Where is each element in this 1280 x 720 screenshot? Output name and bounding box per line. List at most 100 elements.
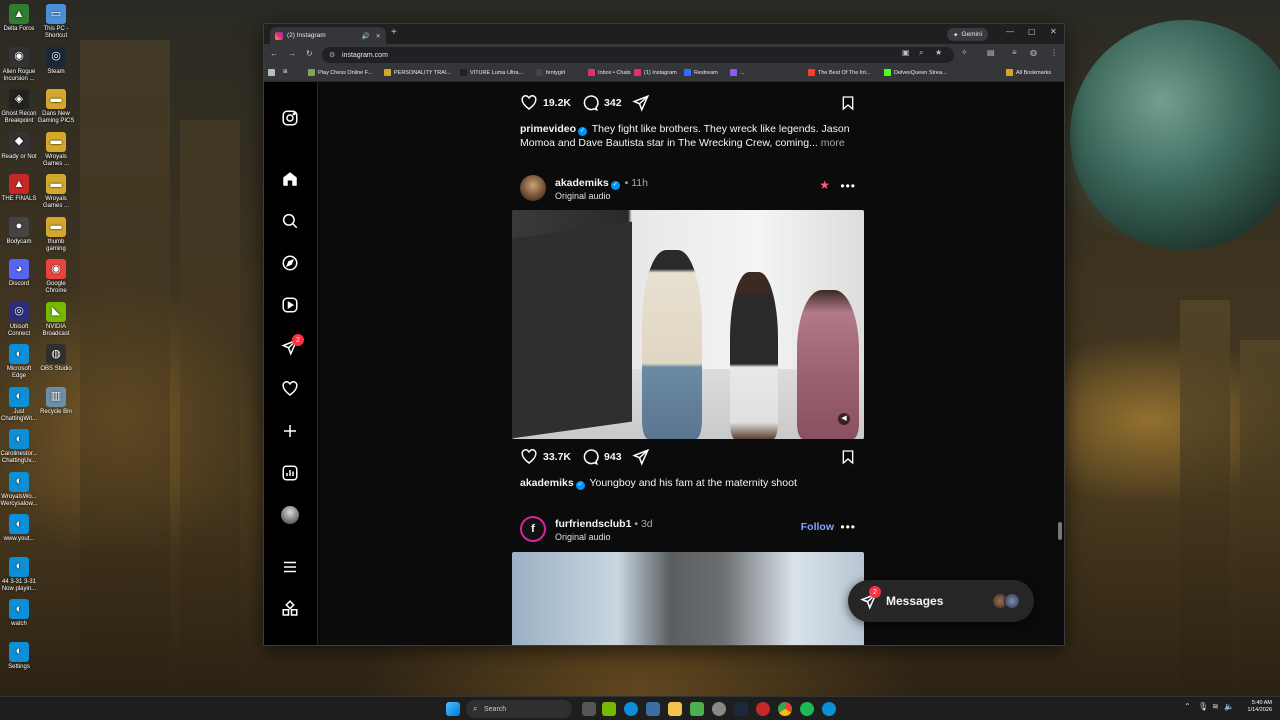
caption-username[interactable]: primevideo (520, 123, 576, 135)
share-button[interactable] (631, 448, 655, 466)
chrome-icon[interactable] (778, 702, 792, 716)
desktop-icon[interactable]: ▬ Dans New Gaming PICS (37, 89, 75, 125)
bookmark-item[interactable]: VITURE Luma Ultra... (460, 69, 523, 76)
gemini-button[interactable]: ✦ Gemini (947, 28, 989, 41)
taskbar-search[interactable]: ⌕ Search (466, 700, 572, 718)
close-window-button[interactable]: ✕ (1050, 27, 1057, 36)
store-icon[interactable] (646, 702, 660, 716)
post3-video[interactable] (512, 552, 864, 645)
desktop-icon[interactable]: ▬ Wroyals Games ... (37, 174, 75, 210)
mic-icon[interactable]: 🎙 (1198, 702, 1208, 711)
more-menu-icon[interactable] (280, 557, 300, 577)
dashboard-icon[interactable] (280, 463, 300, 483)
nvidia-icon[interactable] (602, 702, 616, 716)
desktop-icon[interactable]: ◎ Steam (37, 46, 75, 76)
tray-chevron-icon[interactable]: ⌃ (1184, 702, 1191, 711)
task-view-icon[interactable] (582, 702, 596, 716)
desktop-icon[interactable]: ◐ WroyalsWo... Wercysalow... (0, 471, 38, 508)
bookmark-item[interactable]: The Best Of The Int... (808, 69, 870, 76)
close-tab-icon[interactable]: ✕ (376, 32, 381, 40)
desktop-icon[interactable]: ◉ Alien Rogue Incursion ... (0, 46, 38, 83)
settings-gear-icon[interactable] (712, 702, 726, 716)
app-icon[interactable] (690, 702, 704, 716)
share-button[interactable] (631, 94, 655, 112)
menu-icon[interactable]: ⋮ (1050, 48, 1058, 57)
steam-icon[interactable] (734, 702, 748, 716)
zoom-icon[interactable]: ⌕ (919, 48, 923, 58)
desktop-icon[interactable]: ◉ Google Chrome (37, 259, 75, 295)
desktop-icon[interactable]: ▥ Recycle Bin (37, 386, 75, 416)
profile-avatar[interactable] (281, 506, 299, 524)
post2-audio[interactable]: Original audio (555, 191, 611, 201)
desktop-icon[interactable]: ◐ watch (0, 599, 38, 628)
bookmark-item[interactable]: ... (730, 69, 745, 76)
tab-instagram[interactable]: (2) Instagram 🔊 ✕ (270, 27, 386, 44)
back-icon[interactable]: ← (270, 49, 278, 58)
volume-icon[interactable]: 🔈 (1224, 702, 1234, 711)
explore-icon[interactable] (280, 253, 300, 273)
desktop-icon[interactable]: ◣ NVIDIA Broadcast (37, 301, 75, 338)
post3-audio[interactable]: Original audio (555, 532, 611, 542)
desktop-icon[interactable]: ▲ Delta Force (0, 4, 38, 33)
desktop-icon[interactable]: ▬ thumb gaming (37, 216, 75, 253)
speaker-icon[interactable]: 🔊 (361, 32, 369, 40)
new-tab-button[interactable]: + (391, 27, 397, 38)
forward-icon[interactable]: → (288, 49, 296, 58)
desktop-icon[interactable]: ◐ Microsoft Edge (0, 344, 38, 380)
comment-button[interactable]: 342 (581, 94, 622, 112)
apps-icon[interactable] (268, 69, 275, 76)
desktop-icon[interactable]: ● Bodycam (0, 216, 38, 246)
save-button[interactable] (840, 95, 856, 116)
also-from-meta-icon[interactable] (280, 599, 300, 619)
desktop-icon[interactable]: ▭ This PC - Shortcut (37, 4, 75, 40)
split-view-icon[interactable]: ▤ (987, 48, 995, 57)
maximize-button[interactable]: ▢ (1028, 27, 1036, 36)
bookmark-item[interactable]: PERSONALITY TRAI... (384, 69, 451, 76)
notifications-heart-icon[interactable] (280, 379, 300, 399)
grid-icon[interactable]: ⊞ (283, 69, 288, 75)
start-icon[interactable] (446, 702, 460, 716)
post-options-icon[interactable]: ••• (840, 520, 856, 534)
site-info-icon[interactable]: ⚙ (329, 51, 335, 59)
app-icon[interactable] (756, 702, 770, 716)
bookmark-item[interactable]: DelvesQueen Strea... (884, 69, 947, 76)
post-options-icon[interactable]: ••• (840, 179, 856, 193)
bookmark-item[interactable]: Play Chess Online F... (308, 69, 372, 76)
bookmark-item[interactable]: Restream (684, 69, 718, 76)
follow-button[interactable]: Follow (801, 521, 834, 533)
create-plus-icon[interactable] (280, 421, 300, 441)
minimize-button[interactable]: — (1006, 27, 1014, 36)
desktop-icon[interactable]: ◎ Ubisoft Connect (0, 301, 38, 338)
system-clock[interactable]: 5:40 AM 1/14/2026 (1238, 700, 1272, 714)
bookmark-item[interactable]: fentygirl (536, 69, 565, 76)
spotify-icon[interactable] (800, 702, 814, 716)
post2-username[interactable]: akademiks (555, 177, 609, 189)
reels-icon[interactable] (280, 295, 300, 315)
post2-avatar[interactable] (520, 175, 546, 201)
install-icon[interactable]: ▣ (902, 48, 910, 57)
desktop-icon[interactable]: ◐ www.yout... (0, 514, 38, 543)
address-bar[interactable]: ⚙ instagram.com (322, 47, 954, 63)
file-explorer-icon[interactable] (668, 702, 682, 716)
search-icon[interactable] (280, 211, 300, 231)
edge-icon[interactable] (624, 702, 638, 716)
desktop-icon[interactable]: ◐ 44 3-31 3-31 Now playin... (0, 556, 38, 593)
desktop-icon[interactable]: ◐ Settings (0, 641, 38, 671)
media-icon[interactable]: ≡ (1012, 48, 1017, 57)
page-scrollbar[interactable] (1058, 522, 1062, 540)
comment-button[interactable]: 943 (581, 448, 622, 466)
desktop-icon[interactable]: ◈ Ghost Recon Breakpoint (0, 89, 38, 125)
desktop-icon[interactable]: ▬ Wroyals Games ... (37, 131, 75, 168)
profile-icon[interactable]: ◍ (1030, 48, 1037, 57)
desktop-icon[interactable]: ◐ Just ChattingWit... (0, 386, 38, 423)
post3-username[interactable]: furfriendsclub1 (555, 518, 631, 530)
messages-button[interactable]: 2 Messages (848, 580, 1034, 622)
desktop-icon[interactable]: ◐ Carolinestor... ChattingUv... (0, 429, 38, 465)
more-link[interactable]: more (821, 137, 845, 149)
edge-icon[interactable] (822, 702, 836, 716)
wifi-icon[interactable]: ≋ (1212, 702, 1219, 711)
post3-avatar[interactable]: f (520, 516, 546, 542)
desktop-icon[interactable]: ▲ THE FINALS (0, 174, 38, 203)
desktop-icon[interactable]: ◕ Discord (0, 259, 38, 288)
bookmark-item[interactable]: (1) Instagram (634, 69, 677, 76)
